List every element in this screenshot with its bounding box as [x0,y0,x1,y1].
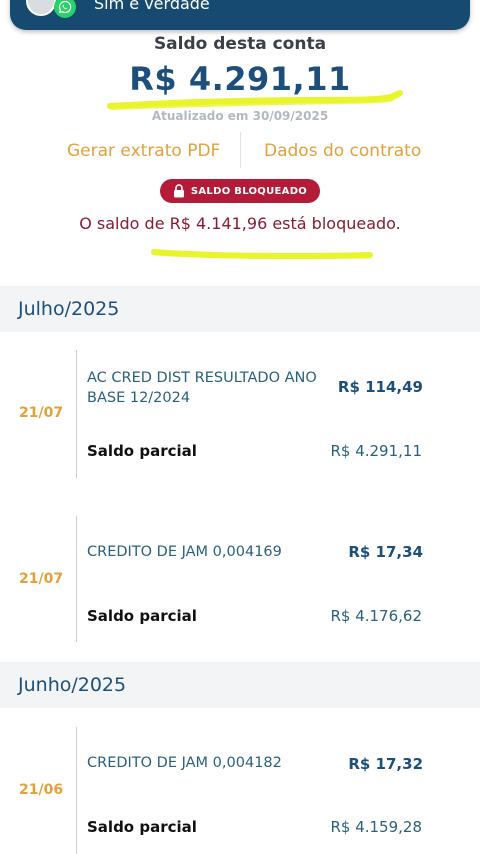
contract-details-link[interactable]: Dados do contrato [264,141,421,161]
timeline-line [76,727,77,854]
transaction-description: AC CRED DIST RESULTADO ANO BASE 12/2024 [87,370,317,406]
actions-divider [240,132,241,168]
badge-label: SALDO BLOQUEADO [190,185,308,197]
transaction-value: R$ 17,32 [348,755,423,773]
partial-balance-label: Saldo parcial [87,442,197,460]
partial-balance-value: R$ 4.291,11 [330,442,422,460]
partial-balance-value: R$ 4.176,62 [330,607,422,625]
month-header: Junho/2025 [0,662,480,708]
transaction-date: 21/07 [19,405,64,421]
partial-balance-value: R$ 4.159,28 [330,818,422,836]
updated-timestamp: Atualizado em 30/09/2025 [151,109,329,123]
notification-banner[interactable]: Sim é verdade [10,0,470,30]
balance-value: R$ 4.291,11 [129,60,351,98]
whatsapp-icon [54,0,76,18]
blocked-balance-badge: SALDO BLOQUEADO [160,179,320,203]
lock-icon [173,184,184,198]
timeline-line [76,350,77,478]
transaction-date: 21/06 [19,782,64,798]
transaction-value: R$ 17,34 [348,543,423,561]
highlighter-stroke-blocked [151,249,373,260]
generate-pdf-link[interactable]: Gerar extrato PDF [67,141,220,161]
transaction-description: CREDITO DE JAM 0,004169 [87,544,282,560]
partial-balance-label: Saldo parcial [87,607,197,625]
balance-title: Saldo desta conta [153,34,327,54]
partial-balance-label: Saldo parcial [87,818,197,836]
avatar [26,0,56,16]
banner-text: Sim é verdade [94,0,210,13]
transaction-date: 21/07 [19,571,64,587]
blocked-balance-message: O saldo de R$ 4.141,96 está bloqueado. [79,214,401,233]
month-header: Julho/2025 [0,286,480,332]
transaction-value: R$ 114,49 [337,378,423,396]
transaction-description: CREDITO DE JAM 0,004182 [87,755,282,771]
timeline-line [76,516,77,642]
